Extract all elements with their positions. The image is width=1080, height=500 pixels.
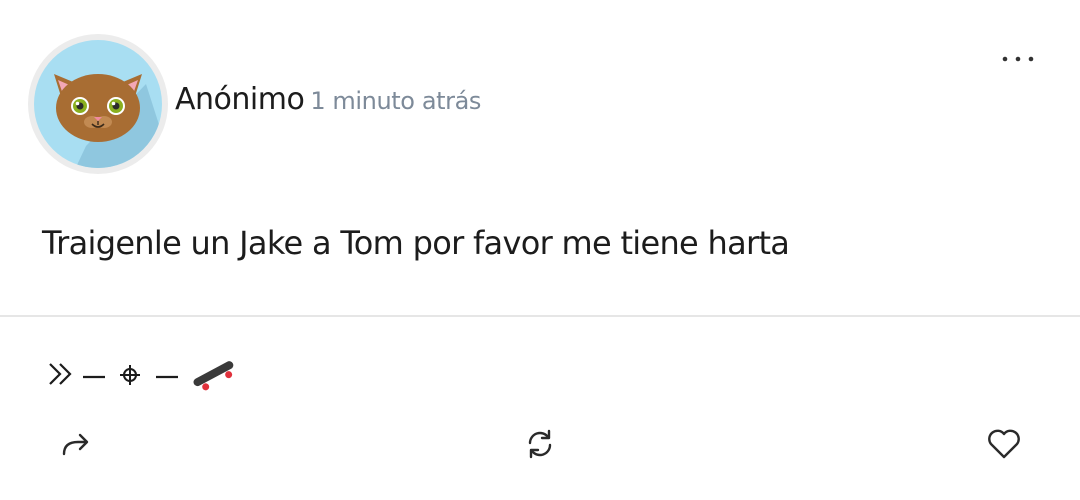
heart-icon [988,429,1020,459]
share-arrow-icon [62,433,89,456]
like-button[interactable] [984,424,1024,464]
crosshair-icon [120,365,140,385]
author-name[interactable]: Anónimo [175,82,305,117]
refresh-button[interactable] [520,424,560,464]
signature-icons [49,361,234,391]
skateboard-icon [193,361,234,391]
more-options-button[interactable] [996,44,1040,74]
cat-face-icon [34,40,162,168]
avatar[interactable] [28,34,168,174]
share-button[interactable] [56,424,96,464]
post-header: Anónimo 1 minuto atrás [175,82,481,117]
post-body: Traigenle un Jake a Tom por favor me tie… [42,224,790,262]
divider [0,315,1080,317]
more-options-icon [1002,56,1034,62]
post-timestamp: 1 minuto atrás [310,87,482,115]
refresh-icon [528,429,552,459]
double-chevron-right-icon [49,363,72,385]
